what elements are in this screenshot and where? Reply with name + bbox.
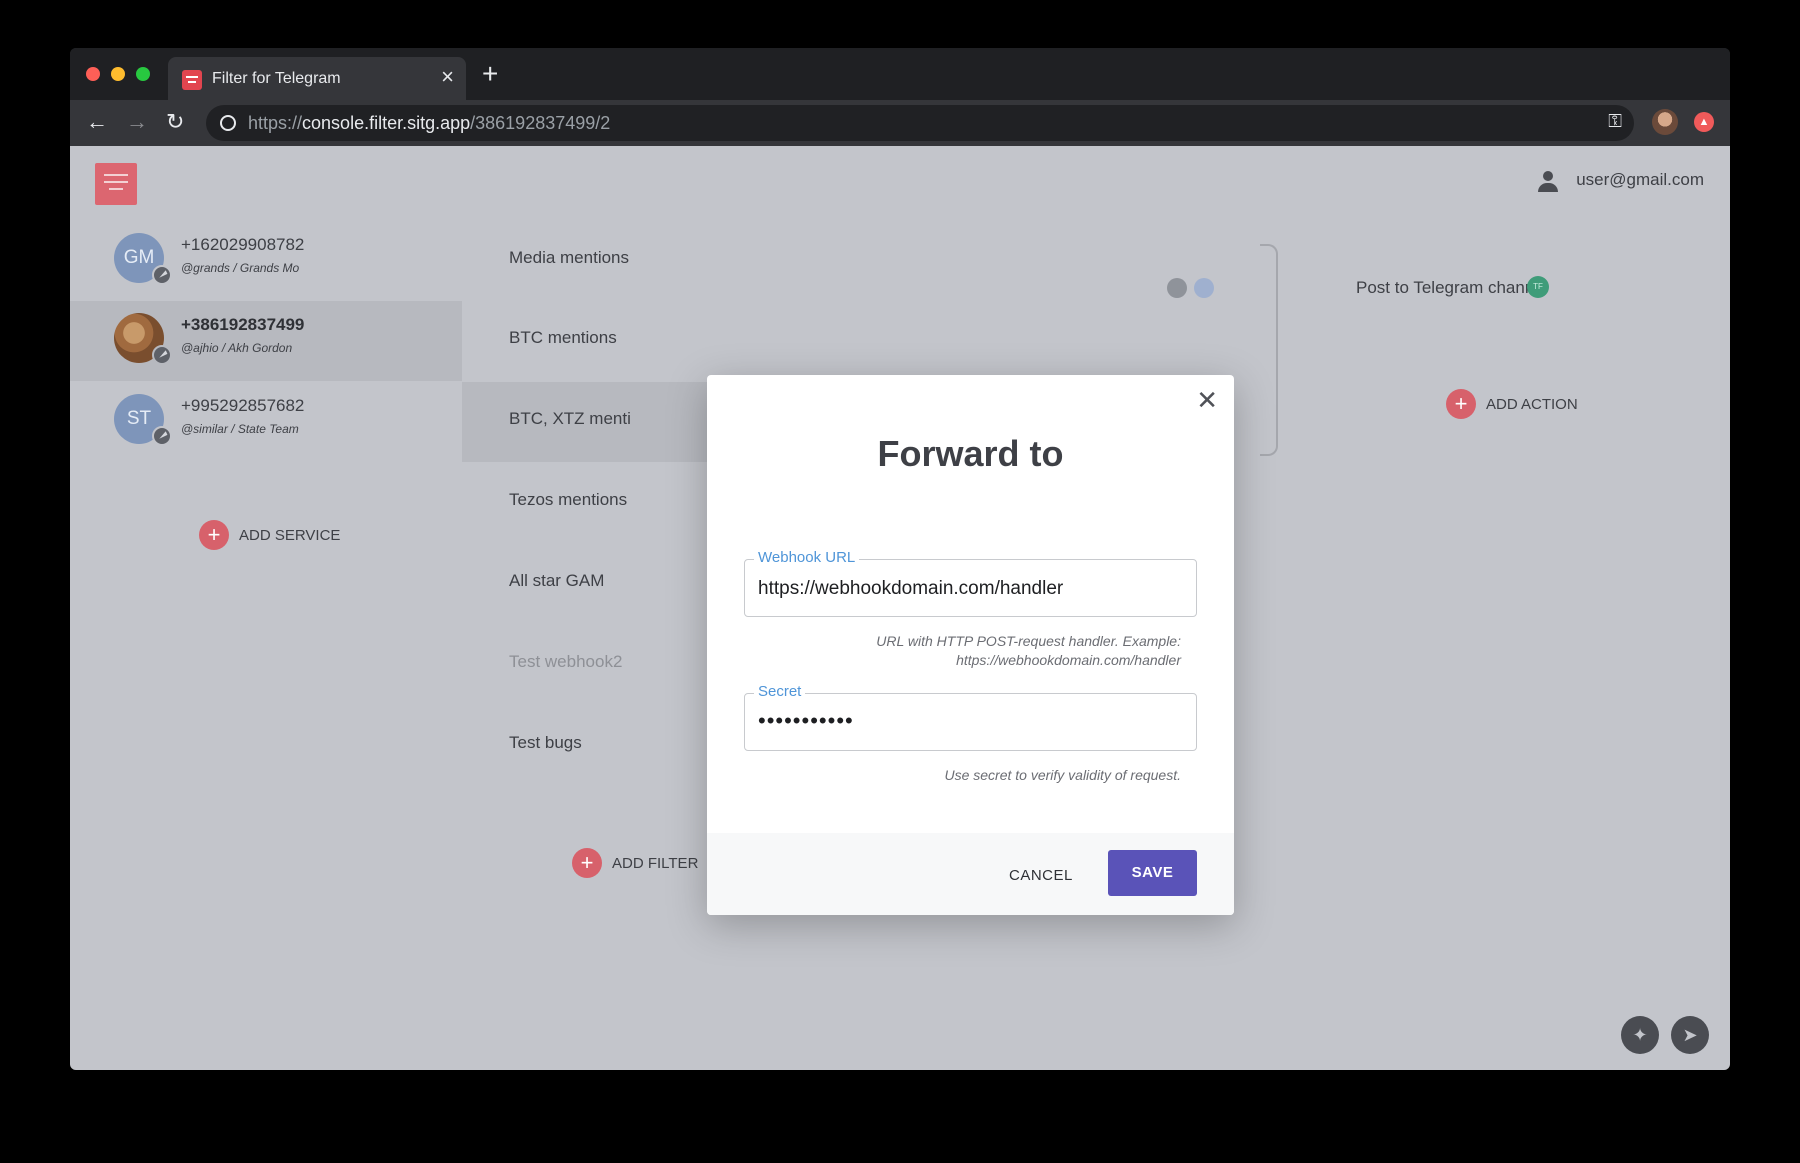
browser-window: Filter for Telegram × + ← → ↻ https://co… — [70, 48, 1730, 1070]
service-handle: @ajhio / Akh Gordon — [181, 341, 293, 355]
service-item[interactable]: GM +162029908782 @grands / Grands Mo — [70, 221, 462, 301]
user-menu[interactable]: user@gmail.com — [1538, 170, 1704, 196]
browser-toolbar: ← → ↻ https://console.filter.sitg.app/38… — [70, 100, 1730, 146]
user-icon — [1536, 170, 1560, 194]
cancel-button[interactable]: CANCEL — [1009, 867, 1073, 884]
close-tab-icon[interactable]: × — [441, 66, 454, 88]
close-icon[interactable]: ✕ — [1196, 387, 1218, 413]
service-phone: +386192837499 — [181, 315, 305, 334]
close-window-button[interactable] — [86, 67, 100, 81]
add-action-label: ADD ACTION — [1486, 396, 1578, 413]
plus-icon: + — [572, 848, 602, 878]
secret-value[interactable]: ••••••••••• — [758, 708, 854, 734]
twitter-icon[interactable]: ✦ — [1621, 1016, 1659, 1054]
maximize-window-button[interactable] — [136, 67, 150, 81]
filter-item[interactable]: Test bugs — [462, 706, 712, 786]
plus-icon: + — [199, 520, 229, 550]
webhook-url-helper: URL with HTTP POST-request handler. Exam… — [876, 633, 1181, 668]
filter-label: Tezos mentions — [509, 490, 628, 509]
plus-icon: + — [1446, 389, 1476, 419]
site-info-icon[interactable] — [220, 115, 236, 131]
telegram-link-icon[interactable]: ➤ — [1671, 1016, 1709, 1054]
reload-icon[interactable]: ↻ — [166, 108, 184, 136]
url-text: https://console.filter.sitg.app/38619283… — [248, 113, 611, 133]
app-logo-icon[interactable] — [95, 163, 137, 205]
service-handle: @similar / State Team — [181, 422, 299, 436]
filter-label: BTC, XTZ menti — [509, 409, 631, 428]
condition-type-icon[interactable] — [1194, 278, 1214, 298]
service-item-selected[interactable]: +386192837499 @ajhio / Akh Gordon — [70, 301, 462, 381]
filter-label: Test webhook2 — [509, 652, 623, 671]
webhook-url-label: Webhook URL — [754, 549, 860, 566]
address-bar[interactable]: https://console.filter.sitg.app/38619283… — [206, 105, 1634, 141]
tab-title: Filter for Telegram — [212, 70, 341, 87]
filter-item-selected[interactable]: BTC, XTZ menti — [462, 382, 712, 462]
add-service-label: ADD SERVICE — [239, 527, 341, 544]
conditions-bracket — [1260, 244, 1278, 456]
profile-avatar-icon[interactable] — [1652, 109, 1678, 135]
filter-label: BTC mentions — [509, 328, 617, 347]
filter-item[interactable]: Tezos mentions — [462, 463, 712, 543]
filter-item[interactable]: BTC mentions — [462, 301, 712, 381]
telegram-icon — [152, 426, 172, 446]
action-label[interactable]: Post to Telegram channel — [1356, 278, 1548, 298]
filter-item[interactable]: All star GAM — [462, 544, 712, 624]
service-item[interactable]: ST +995292857682 @similar / State Team — [70, 382, 462, 462]
telegram-icon — [152, 265, 172, 285]
channel-badge: TF — [1527, 276, 1549, 298]
minimize-window-button[interactable] — [111, 67, 125, 81]
browser-tab[interactable]: Filter for Telegram × — [168, 57, 466, 100]
extension-icon[interactable]: ▲ — [1694, 112, 1714, 132]
add-filter-label: ADD FILTER — [612, 855, 699, 872]
dialog-title: Forward to — [877, 433, 1064, 474]
condition-type-icon[interactable] — [1167, 278, 1187, 298]
filter-item[interactable]: Media mentions — [462, 221, 712, 301]
app-page: user@gmail.com GM +162029908782 @grands … — [70, 146, 1730, 1070]
webhook-url-field[interactable]: Webhook URL https://webhookdomain.com/ha… — [744, 549, 1197, 617]
secret-label: Secret — [754, 683, 806, 700]
favicon-icon — [182, 70, 202, 90]
key-icon[interactable]: ⚿ — [1608, 111, 1622, 132]
user-email: user@gmail.com — [1576, 170, 1704, 189]
filter-label: Test bugs — [509, 733, 582, 752]
service-phone: +162029908782 — [181, 235, 305, 254]
filter-label: Media mentions — [509, 248, 630, 267]
tab-bar: Filter for Telegram × + — [70, 48, 1730, 100]
filter-label: All star GAM — [509, 571, 605, 590]
forward-to-dialog: ✕ Forward to Webhook URL https://webhook… — [707, 375, 1234, 915]
secret-helper: Use secret to verify validity of request… — [944, 767, 1181, 783]
save-button[interactable]: SAVE — [1108, 850, 1197, 896]
service-handle: @grands / Grands Mo — [181, 261, 300, 275]
forward-arrow-icon[interactable]: → — [126, 108, 148, 136]
webhook-url-value[interactable]: https://webhookdomain.com/handler — [758, 578, 1063, 600]
telegram-icon — [152, 345, 172, 365]
back-arrow-icon[interactable]: ← — [86, 108, 108, 136]
dialog-footer: CANCEL SAVE — [707, 833, 1234, 915]
new-tab-icon[interactable]: + — [482, 60, 498, 88]
service-phone: +995292857682 — [181, 396, 305, 415]
filters-column: Media mentions BTC mentions BTC, XTZ men… — [462, 146, 712, 1070]
filter-item[interactable]: Test webhook2 — [462, 625, 712, 705]
secret-field[interactable]: Secret ••••••••••• — [744, 683, 1197, 751]
